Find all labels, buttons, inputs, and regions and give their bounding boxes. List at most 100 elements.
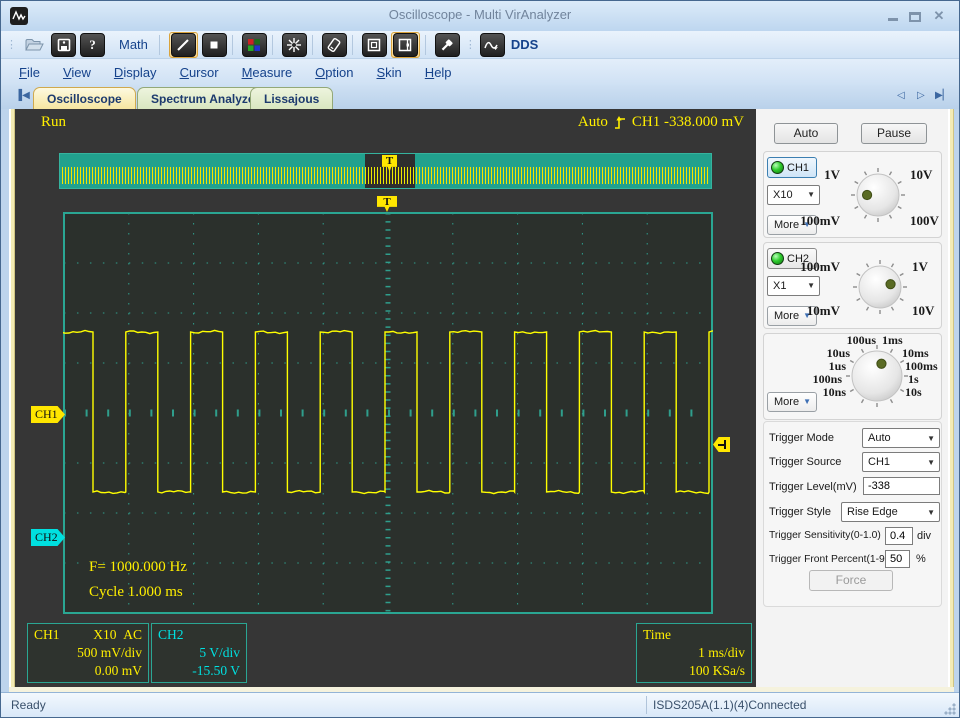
colors-icon <box>248 38 261 51</box>
panel-icon <box>368 38 381 51</box>
ch1-enable-button[interactable]: CH1 <box>767 157 817 178</box>
toolbar: ⋮ ? Math ⋮ DDS <box>1 31 959 59</box>
frequency-readout: F= 1000.000 Hz <box>89 559 188 575</box>
time-box-name: Time <box>643 627 672 642</box>
trigger-detail-readout: CH1 -338.000 mV <box>631 114 744 130</box>
save-icon <box>57 38 70 51</box>
waveform-preview[interactable]: T <box>59 153 712 189</box>
rise-edge-icon <box>614 115 625 129</box>
resize-grip[interactable] <box>943 702 956 715</box>
trigger-style-select[interactable]: Rise Edge ▼ <box>841 502 940 522</box>
ch1-probe-select[interactable]: X10 ▼ <box>767 185 820 205</box>
ch2-knob-label: 10V <box>912 303 935 318</box>
ch1-scale-knob[interactable] <box>850 167 906 226</box>
chevron-down-icon: ▼ <box>927 508 935 517</box>
menu-item-view[interactable]: View <box>63 65 91 80</box>
square-dot-icon <box>210 41 218 48</box>
time-box-rate: 100 KSa/s <box>689 663 745 678</box>
help-button[interactable]: ? <box>80 32 105 57</box>
help-icon: ? <box>89 36 96 52</box>
time-box-scale: 1 ms/div <box>698 645 745 660</box>
menu-item-file[interactable]: File <box>19 65 40 80</box>
titlebar: Oscilloscope - Multi VirAnalyzer ✕ <box>1 1 959 31</box>
trigger-source-select[interactable]: CH1 ▼ <box>862 452 940 472</box>
scope-grid <box>1 212 775 614</box>
menu-item-skin[interactable]: Skin <box>377 65 402 80</box>
tab-prev-button[interactable]: ◁ <box>897 90 905 101</box>
auto-button[interactable]: Auto <box>774 123 838 144</box>
toolbar-grip: ⋮ <box>6 39 17 51</box>
chevron-down-icon: ▼ <box>807 190 815 199</box>
timebase-knob[interactable] <box>845 344 909 411</box>
tab-first-button[interactable]: ▐◀ <box>15 90 30 101</box>
tab-last-button[interactable]: ▶▏ <box>935 90 950 101</box>
dot-tool-button[interactable] <box>201 32 227 57</box>
menu-item-display[interactable]: Display <box>114 65 157 80</box>
split-panel-button[interactable] <box>390 31 420 58</box>
handheld-device-icon <box>327 37 341 52</box>
trigger-style-label: Trigger Style <box>769 506 831 518</box>
trigger-position-flag[interactable]: T <box>377 196 397 212</box>
trigger-sensitivity-input[interactable] <box>885 527 913 545</box>
ch2-scale-knob[interactable] <box>852 259 908 318</box>
chevron-down-icon: ▼ <box>807 281 815 290</box>
color-settings-button[interactable] <box>241 32 267 57</box>
ch2-group: CH2 X1 ▼ More ▼ 100mV 1V 10mV 10V <box>763 242 942 329</box>
trigger-mode-label: Trigger Mode <box>769 432 835 444</box>
force-button[interactable]: Force <box>809 570 893 591</box>
ch2-marker[interactable]: CH2 <box>31 529 65 546</box>
menu-item-cursor[interactable]: Cursor <box>180 65 219 80</box>
scope-display: Run Auto CH1 -338.000 mV T T CH1 CH2 F= … <box>1 109 775 687</box>
dds-button[interactable] <box>479 32 505 57</box>
open-file-button[interactable] <box>21 33 47 57</box>
content-right-edge <box>948 109 954 687</box>
menubar: File View Display Cursor Measure Option … <box>1 59 959 85</box>
tools-button[interactable] <box>434 32 460 57</box>
status-ready: Ready <box>11 698 46 712</box>
single-panel-button[interactable] <box>361 32 387 57</box>
ch1-info-box: CH1 X10 AC 500 mV/div 0.00 mV <box>27 623 149 683</box>
ch2-probe-select[interactable]: X1 ▼ <box>767 276 820 296</box>
ch1-marker[interactable]: CH1 <box>31 406 65 423</box>
ch1-knob-label: 1V <box>824 167 840 182</box>
ch1-group: CH1 X10 ▼ More ▼ 1V 10V 100mV 100V <box>763 151 942 238</box>
preview-waveform <box>62 167 709 184</box>
tab-next-button[interactable]: ▷ <box>917 90 925 101</box>
trigger-mode-readout: Auto <box>577 114 608 130</box>
device-button[interactable] <box>321 32 347 57</box>
tab-lissajous[interactable]: Lissajous <box>250 87 334 109</box>
trigger-front-input[interactable] <box>885 550 910 568</box>
trigger-sensitivity-unit: div <box>917 530 932 542</box>
tab-strip: ▐◀ Oscilloscope Spectrum Analyzer Lissaj… <box>1 85 959 109</box>
line-tool-button[interactable] <box>168 31 198 58</box>
maximize-button[interactable] <box>907 10 923 24</box>
chevron-down-icon: ▼ <box>927 434 935 443</box>
minimize-button[interactable] <box>885 10 901 24</box>
ch1-knob-label: 100mV <box>800 213 840 228</box>
trigger-level-marker[interactable] <box>713 437 730 452</box>
trigger-readout: Auto CH1 -338.000 mV <box>578 114 744 131</box>
center-waveform-button[interactable] <box>281 32 307 57</box>
menu-item-measure[interactable]: Measure <box>242 65 293 80</box>
ch2-knob-label: 1V <box>912 259 928 274</box>
math-button[interactable]: Math <box>119 37 148 52</box>
window-title: Oscilloscope - Multi VirAnalyzer <box>388 7 572 22</box>
centering-star-icon <box>287 37 302 52</box>
trigger-source-label: Trigger Source <box>769 456 842 468</box>
ch1-led-icon <box>771 161 784 174</box>
trigger-mode-select[interactable]: Auto ▼ <box>862 428 940 448</box>
menu-item-option[interactable]: Option <box>315 65 353 80</box>
trigger-level-input[interactable] <box>863 477 940 495</box>
ch1-enable-label: CH1 <box>787 161 810 174</box>
tab-oscilloscope[interactable]: Oscilloscope <box>33 87 136 109</box>
menu-item-help[interactable]: Help <box>425 65 452 80</box>
status-device: ISDS205A(1.1)(4)Connected <box>653 698 807 712</box>
time-more-dropdown[interactable]: More ▼ <box>767 392 817 412</box>
trigger-sensitivity-label: Trigger Sensitivity(0-1.0) <box>769 530 881 541</box>
chevron-down-icon: ▼ <box>927 458 935 467</box>
pause-button[interactable]: Pause <box>861 123 927 144</box>
ch2-box-offset: -15.50 V <box>192 663 240 678</box>
close-button[interactable]: ✕ <box>931 9 947 24</box>
ch1-box-coupling: AC <box>123 627 142 642</box>
save-button[interactable] <box>51 32 76 57</box>
